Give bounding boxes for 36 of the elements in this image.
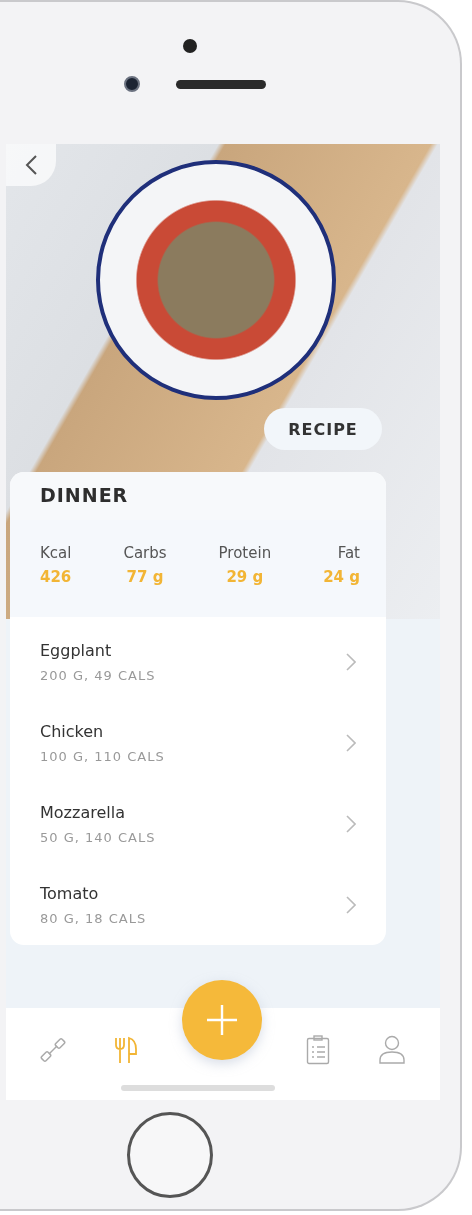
chevron-right-icon xyxy=(346,733,356,752)
ingredient-amount: 50 G, 140 CALS xyxy=(40,829,156,845)
ingredient-row[interactable]: Eggplant 200 G, 49 CALS xyxy=(10,621,386,702)
nutrient-value: 29 g xyxy=(226,568,264,586)
chevron-left-icon xyxy=(24,154,38,176)
ingredient-name: Eggplant xyxy=(40,640,113,660)
fork-knife-icon xyxy=(114,1036,138,1064)
plus-icon xyxy=(207,1005,237,1035)
ingredient-amount: 80 G, 18 CALS xyxy=(40,910,147,926)
ingredient-row[interactable]: Tomato 80 G, 18 CALS xyxy=(10,864,386,945)
ingredient-name: Tomato xyxy=(40,883,100,903)
ingredient-amount: 100 G, 110 CALS xyxy=(40,748,165,764)
ingredient-row[interactable]: Chicken 100 G, 110 CALS xyxy=(10,702,386,783)
chevron-right-icon xyxy=(346,814,356,833)
front-camera-lens xyxy=(124,76,140,92)
recipe-button[interactable]: RECIPE xyxy=(264,408,382,450)
chevron-right-icon xyxy=(346,652,356,671)
dumbbell-icon xyxy=(40,1037,66,1063)
ingredient-row[interactable]: Mozzarella 50 G, 140 CALS xyxy=(10,783,386,864)
ingredient-name: Mozzarella xyxy=(40,802,126,822)
nutrient-label: Kcal xyxy=(40,544,72,562)
nutrient-value: 426 xyxy=(40,568,72,586)
camera-dot xyxy=(183,39,197,53)
ingredient-name: Chicken xyxy=(40,721,105,741)
person-icon xyxy=(378,1035,406,1065)
nutrient-value: 24 g xyxy=(323,568,360,586)
nutrient-label: Fat xyxy=(337,544,360,562)
chevron-right-icon xyxy=(346,895,356,914)
nutrient-label: Protein xyxy=(218,544,272,562)
nutrient-label: Carbs xyxy=(123,544,167,562)
clipboard-icon xyxy=(306,1035,330,1065)
add-button[interactable] xyxy=(182,980,262,1060)
nutrient-value: 77 g xyxy=(126,568,164,586)
meal-title: DINNER xyxy=(10,472,386,520)
back-button[interactable] xyxy=(6,144,56,186)
ingredient-amount: 200 G, 49 CALS xyxy=(40,667,156,683)
